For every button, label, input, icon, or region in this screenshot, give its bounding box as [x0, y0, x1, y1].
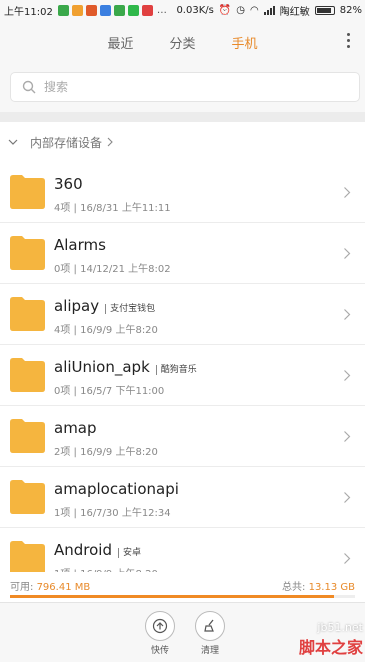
storage-available: 可用: 796.41 MB: [10, 582, 91, 593]
file-name-line: aliUnion_apk 酷狗音乐: [54, 358, 197, 376]
file-name: alipay: [54, 297, 100, 315]
storage-total: 总共: 13.13 GB: [282, 582, 355, 593]
chevron-right-icon: [107, 137, 113, 147]
storage-available-value: 796.41 MB: [36, 582, 91, 593]
tab-category[interactable]: 分类: [165, 27, 199, 58]
search-area: [0, 64, 365, 112]
storage-bar-fill: [10, 595, 335, 598]
breadcrumb[interactable]: 内部存储设备: [0, 124, 365, 160]
app-tag: 支付宝钱包: [105, 304, 156, 314]
chevron-right-icon: [344, 370, 351, 381]
folder-icon: [10, 297, 45, 331]
clean-button[interactable]: 清理: [190, 611, 230, 656]
file-list: 360 4项 | 16/8/31 上午11:11 Alarms 0项 | 14/…: [0, 162, 365, 589]
folder-icon: [10, 419, 45, 453]
notification-icon: [113, 4, 125, 16]
list-item[interactable]: Alarms 0项 | 14/12/21 上午8:02: [0, 223, 365, 284]
app-tag: 安卓: [118, 548, 142, 558]
notification-icon: [85, 4, 97, 16]
notification-icon: [71, 4, 83, 16]
file-name-line: alipay 支付宝钱包: [54, 297, 156, 315]
file-name: aliUnion_apk: [54, 358, 150, 376]
app-tag: 酷狗音乐: [155, 365, 197, 375]
list-item[interactable]: amap 2项 | 16/9/9 上午8:20: [0, 406, 365, 467]
file-name: Alarms: [54, 236, 106, 254]
file-name-line: 360: [54, 175, 83, 193]
chevron-right-icon: [344, 553, 351, 564]
file-name: Android: [54, 541, 112, 559]
file-name: 360: [54, 175, 83, 193]
file-meta: 4项 | 16/9/9 上午8:20: [54, 325, 158, 336]
list-item[interactable]: alipay 支付宝钱包 4项 | 16/9/9 上午8:20: [0, 284, 365, 345]
file-meta: 0项 | 14/12/21 上午8:02: [54, 264, 171, 275]
file-meta: 4项 | 16/8/31 上午11:11: [54, 203, 171, 214]
tab-recent[interactable]: 最近: [103, 27, 137, 58]
list-item[interactable]: aliUnion_apk 酷狗音乐 0项 | 16/5/7 下午11:00: [0, 345, 365, 406]
storage-info: 可用: 796.41 MB 总共: 13.13 GB: [0, 572, 365, 600]
folder-icon: [10, 175, 45, 209]
search-input[interactable]: [42, 79, 326, 95]
list-item[interactable]: 360 4项 | 16/8/31 上午11:11: [0, 162, 365, 223]
alarm-icon: ⏰: [218, 4, 232, 16]
top-tabs: 最近 分类 手机: [0, 20, 365, 64]
notification-icon: [57, 4, 69, 16]
search-box[interactable]: [10, 72, 360, 102]
chevron-down-icon: [8, 139, 18, 145]
broom-icon: [204, 619, 214, 632]
file-name: amaplocationapi: [54, 480, 179, 498]
file-name-line: amap: [54, 419, 97, 437]
chevron-right-icon: [344, 187, 351, 198]
share-label: 快传: [150, 646, 169, 656]
chevron-right-icon: [344, 248, 351, 259]
battery-icon: [314, 5, 335, 15]
file-meta: 0项 | 16/5/7 下午11:00: [54, 386, 165, 397]
file-meta: 1项 | 16/7/30 上午12:34: [54, 508, 171, 519]
more-menu-icon[interactable]: [347, 33, 351, 51]
bottom-toolbar: 快传 清理 jb51.net 脚本之家: [0, 602, 365, 662]
battery-level: 82%: [339, 4, 362, 16]
folder-icon: [10, 236, 45, 270]
notification-icon: [127, 4, 139, 16]
folder-icon: [10, 358, 45, 392]
file-meta: 2项 | 16/9/9 上午8:20: [54, 447, 158, 458]
tab-phone[interactable]: 手机: [228, 27, 262, 58]
status-time: 上午11:02: [4, 6, 53, 18]
wifi-icon: ◠: [250, 4, 259, 16]
file-name-line: Alarms: [54, 236, 106, 254]
breadcrumb-internal-storage[interactable]: 内部存储设备: [30, 134, 102, 151]
notification-icons: [57, 4, 153, 16]
file-name: amap: [54, 419, 97, 437]
share-button[interactable]: 快传: [140, 611, 180, 656]
watermark: jb51.net 脚本之家: [298, 621, 363, 657]
upload-icon: [152, 618, 168, 634]
clean-label: 清理: [200, 646, 219, 656]
chevron-right-icon: [344, 431, 351, 442]
search-icon: [22, 80, 36, 94]
list-item[interactable]: amaplocationapi 1项 | 16/7/30 上午12:34: [0, 467, 365, 528]
status-bar: 上午11:02 … 0.03K/s ⏰ ◷ ◠ 陶红敏 82%: [0, 0, 365, 20]
storage-total-value: 13.13 GB: [308, 582, 355, 593]
notification-icon: [141, 4, 153, 16]
notification-icon: [99, 4, 111, 16]
carrier-name: 陶红敏: [279, 6, 310, 18]
file-name-line: amaplocationapi: [54, 480, 179, 498]
network-speed: 0.03K/s: [176, 4, 214, 16]
divider: [0, 112, 365, 122]
signal-icon: [263, 5, 275, 15]
more-icon: …: [156, 4, 167, 16]
file-name-line: Android 安卓: [54, 541, 142, 559]
chevron-right-icon: [344, 309, 351, 320]
storage-bar: [10, 595, 355, 598]
clock-icon: ◷: [236, 4, 246, 16]
folder-icon: [10, 480, 45, 514]
folder-icon: [10, 541, 45, 575]
chevron-right-icon: [344, 492, 351, 503]
